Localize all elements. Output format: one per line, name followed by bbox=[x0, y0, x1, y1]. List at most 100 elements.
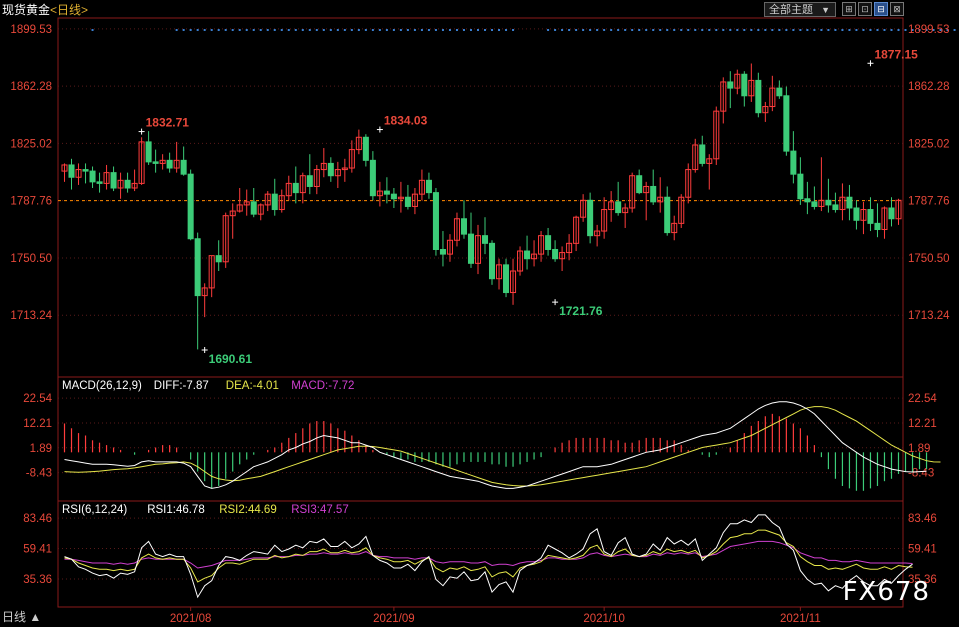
watermark: FX678 bbox=[843, 577, 930, 607]
session-marker-dot bbox=[953, 29, 956, 31]
session-marker-dot bbox=[224, 29, 227, 31]
session-marker-dot bbox=[420, 29, 423, 31]
candle-body bbox=[306, 175, 313, 187]
legend-entry: DIFF:-7.87 bbox=[154, 380, 209, 392]
session-marker-dot bbox=[266, 29, 269, 31]
chevron-up-icon: ▲ bbox=[29, 610, 42, 624]
session-marker-dot bbox=[322, 29, 325, 31]
candle-body bbox=[636, 175, 643, 194]
session-marker-dot bbox=[792, 29, 795, 31]
candle-body bbox=[187, 173, 194, 240]
session-marker-dot bbox=[806, 29, 809, 31]
candle-body bbox=[783, 95, 790, 152]
session-markers bbox=[91, 29, 956, 31]
candle-body bbox=[811, 201, 818, 207]
candle-body bbox=[727, 81, 734, 89]
session-marker-dot bbox=[876, 29, 879, 31]
candle-body bbox=[832, 204, 839, 211]
candle-body bbox=[552, 248, 559, 260]
session-marker-dot bbox=[729, 29, 732, 31]
session-marker-dot bbox=[638, 29, 641, 31]
legend-entry: MACD(26,12,9) bbox=[62, 380, 142, 392]
session-marker-dot bbox=[498, 29, 501, 31]
candle-body bbox=[460, 218, 468, 235]
session-marker-dot bbox=[364, 29, 367, 31]
candle-body bbox=[89, 170, 96, 183]
session-marker-dot bbox=[596, 29, 599, 31]
candle-body bbox=[145, 141, 152, 163]
session-marker-dot bbox=[673, 29, 676, 31]
rsi-tick-label-left: 59.41 bbox=[23, 544, 52, 556]
candle-body bbox=[383, 190, 390, 195]
session-marker-dot bbox=[182, 29, 185, 31]
session-marker-dot bbox=[308, 29, 311, 31]
candle-body bbox=[615, 201, 622, 214]
session-marker-dot bbox=[413, 29, 416, 31]
session-marker-dot bbox=[575, 29, 578, 31]
legend-entry: RSI3:47.57 bbox=[291, 504, 349, 516]
price-tick-label-right: 1825.02 bbox=[908, 138, 950, 150]
session-marker-dot bbox=[399, 29, 402, 31]
rsi3-line bbox=[64, 540, 913, 569]
session-marker-dot bbox=[280, 29, 283, 31]
candle-body bbox=[432, 192, 439, 250]
candle-body bbox=[650, 185, 657, 203]
session-marker-dot bbox=[189, 29, 192, 31]
session-marker-dot bbox=[862, 29, 865, 31]
session-marker-dot bbox=[434, 29, 437, 31]
session-marker-dot bbox=[897, 29, 900, 31]
candle-body bbox=[194, 238, 201, 297]
macd-panel: MACD(26,12,9) DIFF:-7.87 DEA:-4.01 MACD:-7.… bbox=[23, 380, 941, 491]
price-tick-label-left: 1899.53 bbox=[10, 24, 52, 36]
candle-body bbox=[888, 207, 895, 220]
period-status[interactable]: 日线 ▲ bbox=[0, 607, 60, 627]
candle-body bbox=[776, 87, 783, 97]
price-tick-label-left: 1750.50 bbox=[10, 253, 52, 265]
session-marker-dot bbox=[722, 29, 725, 31]
session-marker-dot bbox=[294, 29, 297, 31]
macd-tick-label-left: 12.21 bbox=[23, 418, 52, 430]
candle-body bbox=[124, 179, 131, 189]
session-marker-dot bbox=[617, 29, 620, 31]
price-tick-label-right: 1750.50 bbox=[908, 253, 950, 265]
candle-body bbox=[587, 199, 594, 237]
session-marker-dot bbox=[631, 29, 634, 31]
session-marker-dot bbox=[273, 29, 276, 31]
chart-canvas[interactable]: 1832.71 1690.61 1834.03 1721.76 1877.15 1899… bbox=[0, 0, 959, 627]
candle-body bbox=[439, 248, 446, 255]
candle-body bbox=[488, 242, 496, 280]
candle-body bbox=[804, 198, 811, 203]
candle-body bbox=[215, 255, 222, 263]
date-tick-label: 2021/10 bbox=[583, 613, 625, 625]
candle-body bbox=[741, 73, 748, 97]
rsi-tick-label-right: 59.41 bbox=[908, 544, 937, 556]
session-marker-dot bbox=[666, 29, 669, 31]
date-tick-label: 2021/09 bbox=[373, 613, 415, 625]
session-marker-dot bbox=[217, 29, 220, 31]
session-marker-dot bbox=[785, 29, 788, 31]
price-tick-label-left: 1825.02 bbox=[10, 138, 52, 150]
candle-body bbox=[790, 150, 797, 175]
price-tick-label-right: 1713.24 bbox=[908, 310, 950, 322]
candle-body bbox=[404, 196, 411, 207]
candle-body bbox=[867, 209, 874, 224]
session-marker-dot bbox=[252, 29, 255, 31]
session-marker-dot bbox=[589, 29, 592, 31]
session-marker-dot bbox=[708, 29, 711, 31]
price-tick-label-left: 1713.24 bbox=[10, 310, 52, 322]
candle-body bbox=[853, 207, 860, 221]
session-marker-dot bbox=[568, 29, 571, 31]
macd-tick-label-right: 12.21 bbox=[908, 418, 937, 430]
candle-body bbox=[425, 179, 432, 194]
session-marker-dot bbox=[834, 29, 837, 31]
session-marker-dot bbox=[505, 29, 508, 31]
price-tick-label-right: 1862.28 bbox=[908, 81, 950, 93]
extreme-label: 1834.03 bbox=[384, 114, 428, 128]
candle-body bbox=[524, 250, 531, 260]
rsi-tick-label-right: 83.46 bbox=[908, 513, 937, 525]
session-marker-dot bbox=[350, 29, 353, 31]
session-marker-dot bbox=[441, 29, 444, 31]
session-marker-dot bbox=[582, 29, 585, 31]
session-marker-dot bbox=[680, 29, 683, 31]
candle-body bbox=[825, 199, 832, 206]
